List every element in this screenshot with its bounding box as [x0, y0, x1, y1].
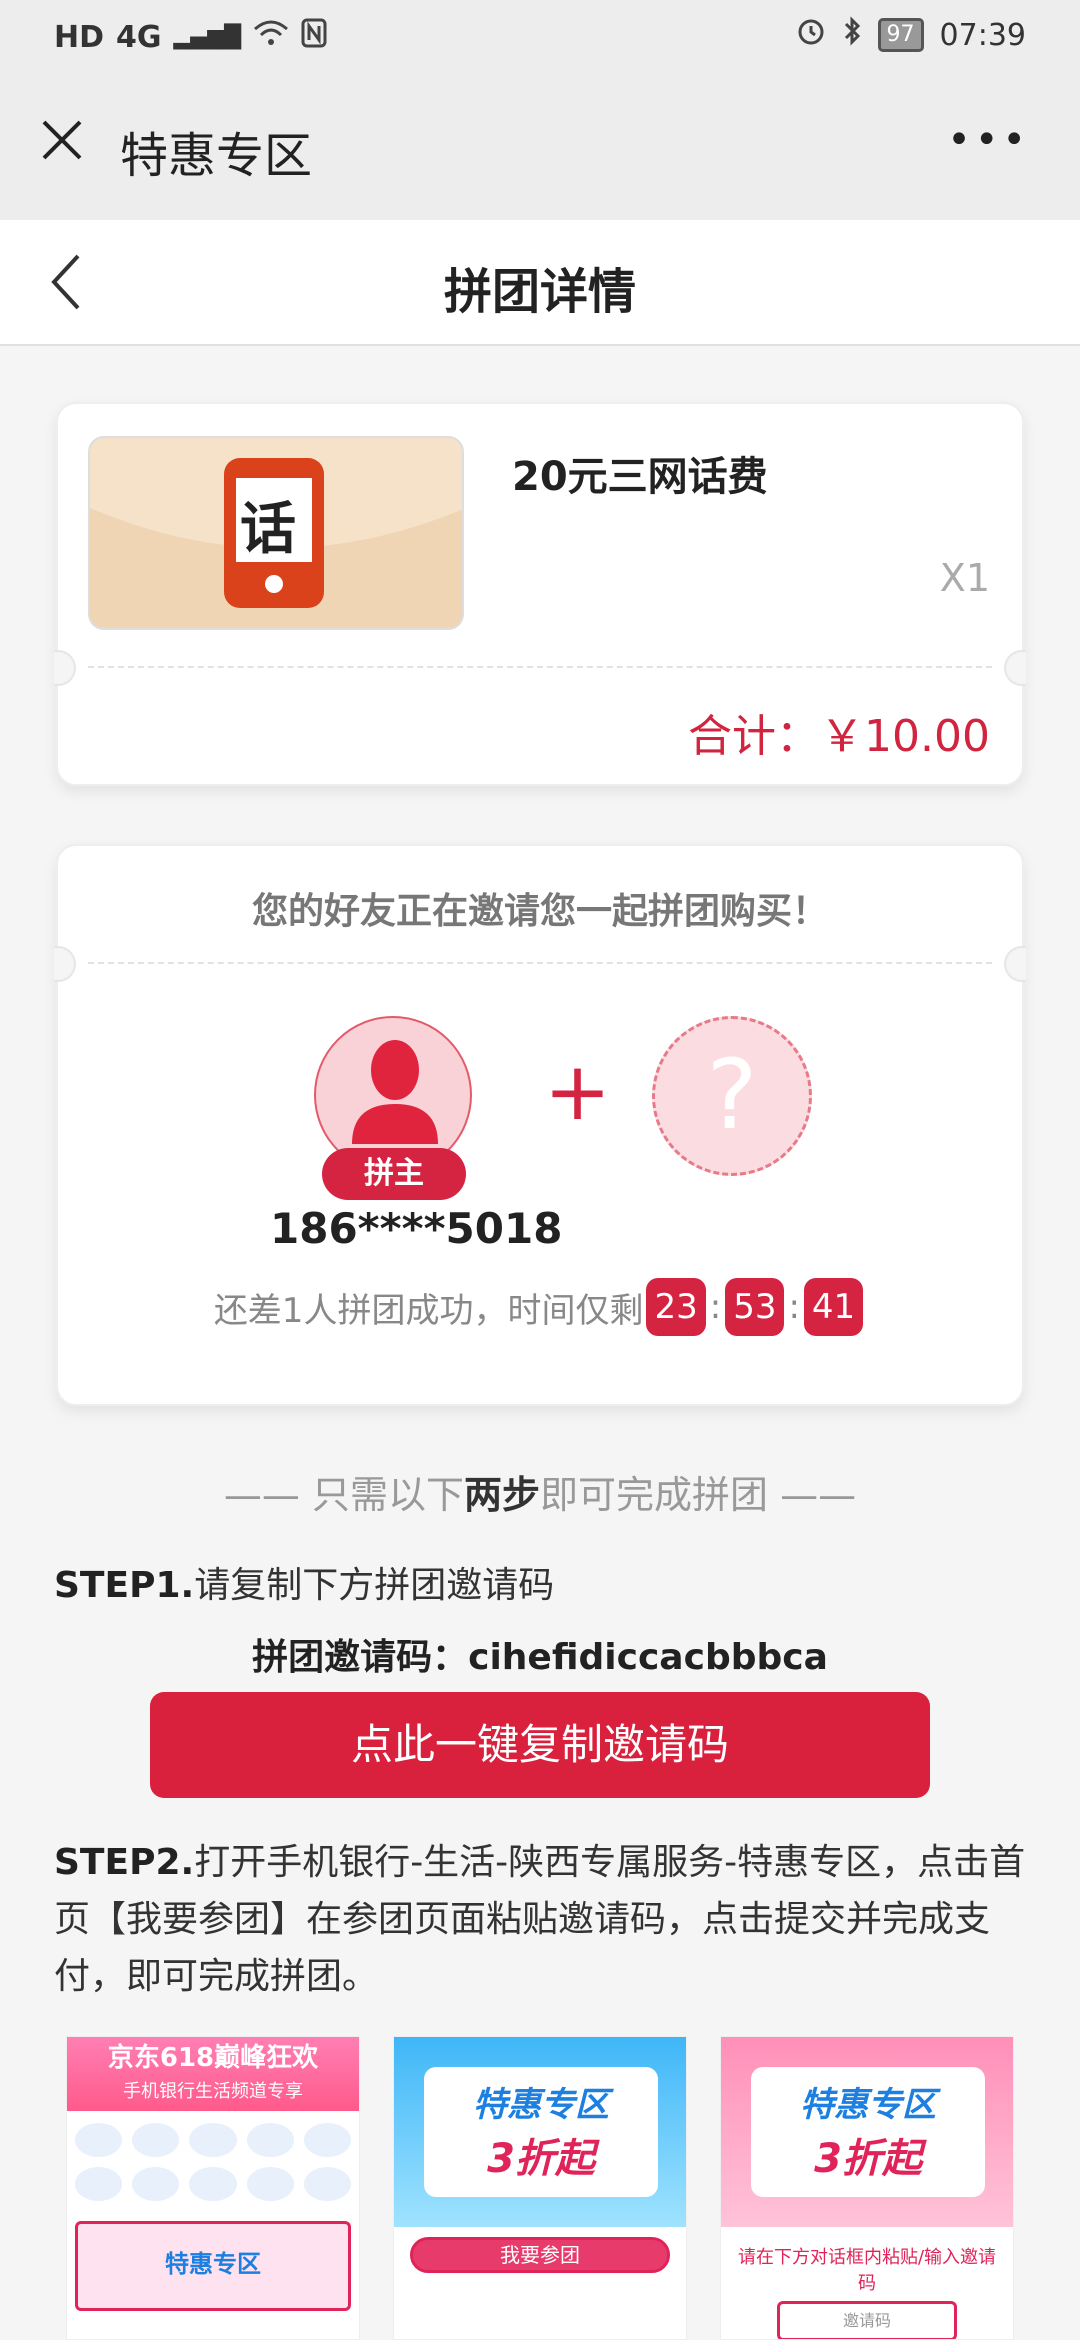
phone-bill-icon-text: 话	[240, 497, 296, 562]
divider	[88, 666, 992, 668]
clock: 07:39	[939, 17, 1026, 53]
invite-code-input-sample: 邀请码	[777, 2301, 957, 2339]
leader-phone: 186****5018	[270, 1204, 563, 1253]
steps-heading: —— 只需以下两步即可完成拼团 ——	[223, 1473, 857, 1517]
invite-title: 您的好友正在邀请您一起拼团购买！	[251, 891, 828, 932]
countdown-label: 还差1人拼团成功，时间仅剩	[213, 1290, 644, 1331]
bluetooth-icon	[842, 16, 862, 54]
join-group-button-sample: 我要参团	[410, 2237, 670, 2273]
card-notch	[54, 650, 76, 686]
page-navbar: 拼团详情	[0, 220, 1080, 346]
countdown-seconds: 41	[803, 1278, 864, 1336]
page-title: 拼团详情	[443, 264, 636, 320]
alarm-icon	[796, 16, 826, 54]
guide-screenshot-2: 特惠专区 3折起 我要参团	[393, 2036, 687, 2340]
step1-instruction: STEP1.请复制下方拼团邀请码	[54, 1565, 555, 1606]
webview-header: 特惠专区 •••	[0, 72, 1080, 220]
service-grid	[67, 2111, 359, 2213]
card-notch	[1004, 946, 1026, 982]
card-notch	[1004, 650, 1026, 686]
countdown-minutes: 53	[725, 1278, 785, 1336]
group-invite-card: 您的好友正在邀请您一起拼团购买！ 拼主 + ? 186****5018 还差1人…	[54, 844, 1026, 1406]
guide-screenshot-1: 京东618巅峰狂欢 手机银行生活频道专享 特惠专区	[66, 2036, 360, 2340]
status-left: HD 4G ▂▄▆█	[54, 18, 327, 56]
countdown: 还差1人拼团成功，时间仅剩 23 : 53 : 41	[58, 1278, 1022, 1336]
step2-instruction: STEP2.打开手机银行-生活-陕西专属服务-特惠专区，点击首页【我要参团】在参…	[54, 1842, 1026, 1997]
close-button[interactable]	[38, 116, 86, 164]
battery-icon: 97	[877, 18, 924, 52]
invite-code: 拼团邀请码：cihefidiccacbbbca	[252, 1637, 828, 1678]
close-icon	[42, 120, 82, 160]
plus-icon: +	[544, 1045, 612, 1138]
webview-title: 特惠专区	[120, 128, 313, 184]
signal-icon: ▂▄▆█	[173, 24, 242, 50]
promo-tile: 特惠专区	[75, 2221, 351, 2311]
divider	[88, 962, 992, 964]
product-image: 话	[88, 436, 464, 630]
status-right: 97 07:39	[796, 16, 1026, 54]
hd-indicator: HD	[54, 19, 105, 55]
screenshot-banner: 京东618巅峰狂欢	[107, 2043, 319, 2073]
countdown-hours: 23	[646, 1278, 706, 1336]
more-options-button[interactable]: •••	[947, 120, 1030, 160]
network-indicator: 4G	[116, 19, 162, 55]
invite-code-value: cihefidiccacbbbca	[468, 1637, 828, 1678]
card-notch	[54, 946, 76, 982]
product-quantity: X1	[939, 556, 990, 600]
wifi-icon	[253, 19, 289, 55]
leader-badge: 拼主	[322, 1148, 466, 1200]
nfc-icon	[301, 18, 327, 56]
empty-slot-avatar: ?	[652, 1016, 812, 1176]
product-card: 话 20元三网话费 X1 合计：￥10.00	[54, 402, 1026, 786]
guide-screenshot-3: 特惠专区 3折起 请在下方对话框内粘贴/输入邀请码 邀请码	[720, 2036, 1014, 2340]
status-bar: HD 4G ▂▄▆█ 97 07:39	[0, 0, 1080, 72]
product-name: 20元三网话费	[512, 454, 768, 500]
order-total: 合计：￥10.00	[688, 711, 990, 762]
copy-invite-code-button[interactable]: 点此一键复制邀请码	[150, 1692, 930, 1798]
